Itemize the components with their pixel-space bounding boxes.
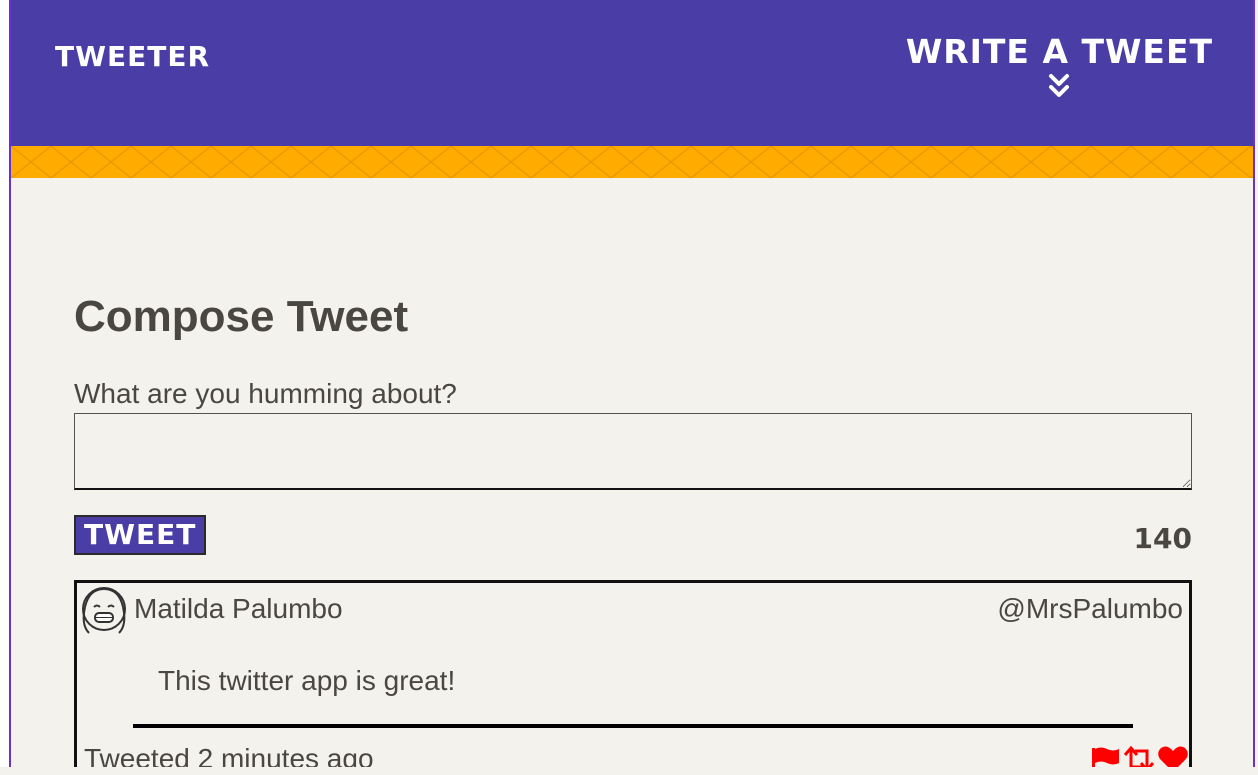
write-tweet-label: Write a tweet [905, 32, 1213, 71]
double-chevron-down-icon [1049, 74, 1070, 97]
tweet-divider [133, 724, 1133, 728]
tweet-submit-button[interactable]: Tweet [74, 515, 207, 555]
compose-title: Compose Tweet [74, 292, 409, 341]
write-tweet-toggle[interactable]: Write a tweet [906, 32, 1213, 100]
window-bottom-edge [0, 767, 1258, 775]
crosshatch-pattern [11, 146, 1253, 178]
window-edge [0, 0, 9, 775]
tweet-timestamp: Tweeted 2 minutes ago [84, 743, 374, 767]
heart-icon[interactable] [1157, 745, 1189, 767]
tweet-actions [1089, 745, 1189, 767]
tweet-body: This twitter app is great! [158, 665, 456, 696]
avatar-icon [82, 587, 126, 634]
flag-icon[interactable] [1089, 745, 1121, 767]
retweet-icon[interactable] [1123, 745, 1155, 767]
brand-logo[interactable]: Tweeter [55, 40, 210, 73]
tweet-author-handle: @MrsPalumbo [997, 593, 1183, 624]
decorative-stripe [11, 146, 1253, 178]
tweet-textarea[interactable] [74, 413, 1192, 490]
compose-label: What are you humming about? [74, 378, 457, 409]
navbar: Tweeter Write a tweet [11, 0, 1253, 146]
tweet-card: Matilda Palumbo @MrsPalumbo This twitter… [74, 580, 1192, 767]
character-counter: 140 [1133, 522, 1192, 555]
page: Tweeter Write a tweet Compose Tweet What… [9, 0, 1255, 767]
tweet-author-name: Matilda Palumbo [134, 593, 343, 624]
